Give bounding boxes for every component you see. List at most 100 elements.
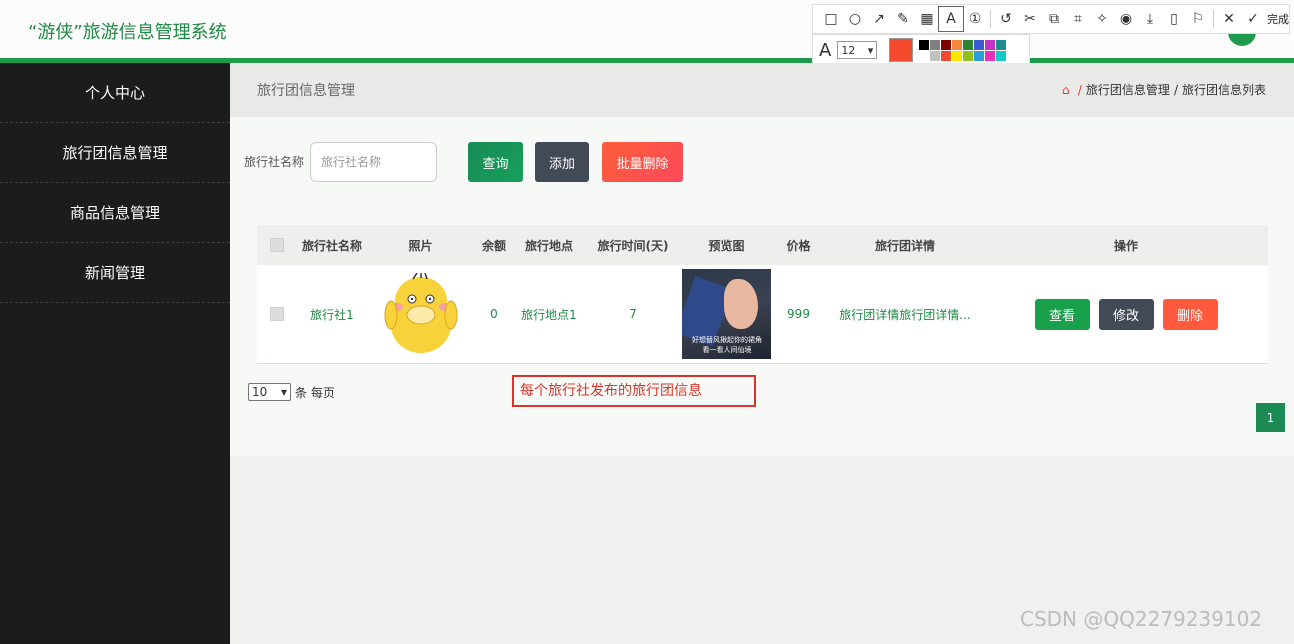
number-icon[interactable]: ① <box>963 7 987 31</box>
annotation-textbox[interactable]: 每个旅行社发布的旅行团信息 <box>512 375 756 407</box>
current-color-swatch[interactable] <box>889 38 914 62</box>
preview-caption: 好想替风揪起你的裙角 看一看人间仙境 <box>682 335 771 355</box>
ocr-icon[interactable]: ⌗ <box>1066 7 1090 31</box>
row-checkbox[interactable] <box>270 307 284 321</box>
main-content: 旅行社名称 旅行社名称 查询 添加 批量删除 旅行社名称 照片 余额 旅行地点 … <box>230 117 1294 456</box>
photo-cell <box>367 273 474 355</box>
pagination-page[interactable]: 1 <box>1256 403 1285 432</box>
undo-icon[interactable]: ↺ <box>994 7 1018 31</box>
table-row: 旅行社1 0 旅行地点1 7 好想替风揪起你的裙角 看一看人间仙境 999 旅行… <box>257 265 1268 364</box>
cutout-icon[interactable]: ✂ <box>1018 7 1042 31</box>
preview-caption-line: 看一看人间仙境 <box>702 346 752 354</box>
page-size-control: 10 ▾ 条 每页 <box>248 383 335 401</box>
toolbar-divider <box>990 10 991 28</box>
search-label: 旅行社名称 <box>244 155 305 169</box>
check-icon[interactable]: ✓ <box>1241 7 1265 31</box>
color-swatch[interactable] <box>919 50 930 61</box>
color-swatch[interactable] <box>963 39 974 50</box>
view-button[interactable]: 查看 <box>1034 298 1090 330</box>
app-title: “游侠”旅游信息管理系统 <box>28 22 227 43</box>
color-palette <box>919 39 1007 61</box>
color-swatch[interactable] <box>963 50 974 61</box>
duck-photo <box>384 273 457 353</box>
close-icon[interactable]: ✕ <box>1217 7 1241 31</box>
pen-icon[interactable]: ✎ <box>891 7 915 31</box>
color-swatch[interactable] <box>985 39 996 50</box>
column-header: 旅行社名称 <box>301 238 362 253</box>
color-swatch[interactable] <box>996 50 1007 61</box>
color-swatch[interactable] <box>919 39 930 50</box>
record-icon[interactable]: ◉ <box>1114 7 1138 31</box>
rectangle-icon[interactable]: □ <box>819 7 843 31</box>
color-swatch[interactable] <box>974 39 985 50</box>
text-properties-bar: A 12 ▾ <box>812 34 1030 66</box>
column-header: 预览图 <box>708 238 745 253</box>
tour-group-table: 旅行社名称 照片 余额 旅行地点 旅行时间(天) 预览图 价格 旅行团详情 操作… <box>257 225 1268 364</box>
preview-cell: 好想替风揪起你的裙角 看一看人间仙境 <box>682 269 771 359</box>
breadcrumb-separator: / <box>1173 82 1178 97</box>
sidebar-item-label: 个人中心 <box>84 84 145 102</box>
font-icon: A <box>819 39 832 61</box>
translate-icon[interactable]: ⧉ <box>1042 7 1066 31</box>
color-swatch[interactable] <box>985 50 996 61</box>
detail-cell: 旅行团详情旅行团详情... <box>839 307 971 322</box>
actions-cell: 查看 修改 删除 <box>984 298 1268 330</box>
search-input[interactable]: 旅行社名称 <box>310 142 437 182</box>
sidebar-item-news[interactable]: 新闻管理 <box>0 243 230 303</box>
download-icon[interactable]: ⤓ <box>1138 7 1162 31</box>
sidebar-item-label: 商品信息管理 <box>69 204 160 222</box>
page-size-value: 10 <box>252 385 268 399</box>
arrow-icon[interactable]: ↗ <box>867 7 891 31</box>
font-size-select[interactable]: 12 ▾ <box>837 41 878 59</box>
breadcrumb-bar: 旅行团信息管理 ⌂ / 旅行团信息管理 / 旅行团信息列表 <box>230 63 1294 117</box>
home-icon[interactable]: ⌂ <box>1062 84 1074 96</box>
color-swatch[interactable] <box>996 39 1007 50</box>
column-header: 旅行时间(天) <box>597 238 669 253</box>
select-all-checkbox[interactable] <box>270 238 284 252</box>
column-header: 照片 <box>408 238 433 253</box>
mosaic-icon[interactable]: ▦ <box>915 7 939 31</box>
color-swatch[interactable] <box>952 50 963 61</box>
breadcrumb-item[interactable]: 旅行团信息管理 <box>1086 81 1170 98</box>
pin-icon[interactable]: ✧ <box>1090 7 1114 31</box>
page-title: 旅行团信息管理 <box>257 83 355 99</box>
sidebar-item-tour-groups[interactable]: 旅行团信息管理 <box>0 123 230 183</box>
breadcrumb-separator: / <box>1077 82 1082 97</box>
add-button[interactable]: 添加 <box>535 142 589 182</box>
delete-button[interactable]: 删除 <box>1162 298 1218 330</box>
preview-image: 好想替风揪起你的裙角 看一看人间仙境 <box>682 269 771 359</box>
color-swatch[interactable] <box>930 50 941 61</box>
location-cell: 旅行地点1 <box>521 307 577 322</box>
column-header: 余额 <box>481 238 506 253</box>
page-size-select[interactable]: 10 ▾ <box>248 383 291 401</box>
phone-icon[interactable]: ▯ <box>1162 7 1186 31</box>
color-swatch[interactable] <box>941 39 952 50</box>
column-header: 价格 <box>786 238 811 253</box>
sidebar-item-label: 新闻管理 <box>84 264 145 282</box>
screenshot-toolbar: □ ○ ↗ ✎ ▦ A ① ↺ ✂ ⧉ ⌗ ✧ ◉ ⤓ ▯ ⚐ ✕ ✓ 完成 <box>812 4 1290 34</box>
color-swatch[interactable] <box>974 50 985 61</box>
column-header: 旅行团详情 <box>874 238 935 253</box>
sidebar-item-label: 旅行团信息管理 <box>62 144 168 162</box>
bookmark-icon[interactable]: ⚐ <box>1186 7 1210 31</box>
page-size-suffix: 条 每页 <box>295 385 335 400</box>
color-swatch[interactable] <box>952 39 963 50</box>
sidebar-item-products[interactable]: 商品信息管理 <box>0 183 230 243</box>
toolbar-divider <box>1213 10 1214 28</box>
breadcrumb: ⌂ / 旅行团信息管理 / 旅行团信息列表 <box>1062 81 1266 98</box>
color-swatch[interactable] <box>930 39 941 50</box>
sidebar-item-personal-center[interactable]: 个人中心 <box>0 63 230 123</box>
done-button[interactable]: 完成 <box>1267 11 1289 27</box>
column-header: 旅行地点 <box>524 238 573 253</box>
ellipse-icon[interactable]: ○ <box>843 7 867 31</box>
sidebar: 个人中心 旅行团信息管理 商品信息管理 新闻管理 <box>0 63 230 644</box>
chevron-down-icon: ▾ <box>280 385 287 399</box>
edit-button[interactable]: 修改 <box>1098 298 1154 330</box>
batch-delete-button[interactable]: 批量删除 <box>602 142 683 182</box>
balance-cell: 0 <box>490 307 498 321</box>
color-swatch[interactable] <box>941 50 952 61</box>
query-button[interactable]: 查询 <box>468 142 523 182</box>
text-icon[interactable]: A <box>938 6 964 32</box>
chevron-down-icon: ▾ <box>867 43 874 57</box>
preview-caption-line: 好想替风揪起你的裙角 <box>692 336 762 344</box>
